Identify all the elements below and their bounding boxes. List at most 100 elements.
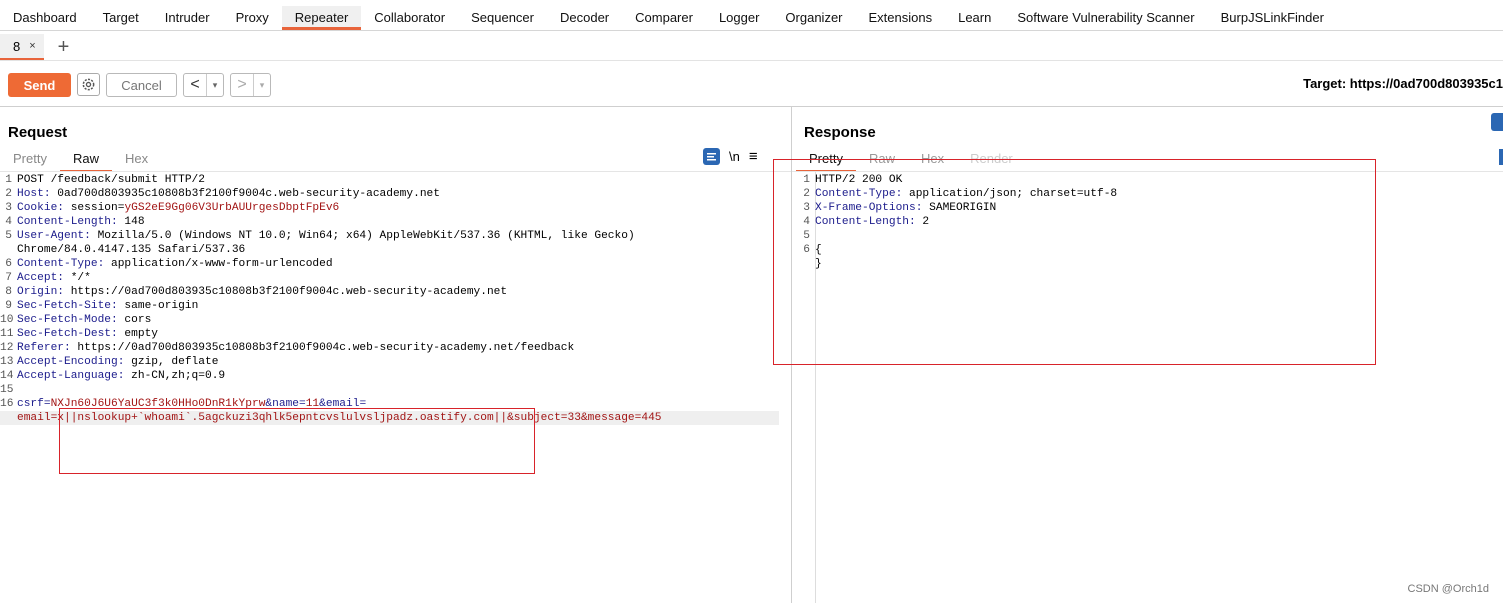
request-line: 3 Cookie: session=yGS2eE9Gg06V3UrbAUUrges…	[0, 201, 779, 215]
header-value: Mozilla/5.0 (Windows NT 10.0; Win64; x64…	[90, 230, 635, 242]
line-number: 3	[5, 202, 12, 214]
request-editor-top-border	[0, 171, 791, 172]
request-line: 1 POST /feedback/submit HTTP/2	[0, 173, 779, 187]
header-value: Chrome/84.0.4147.135 Safari/537.36	[17, 244, 246, 256]
request-line: Chrome/84.0.4147.135 Safari/537.36	[0, 243, 779, 257]
request-line: 12 Referer: https://0ad700d803935c10808b3…	[0, 341, 779, 355]
response-title: Response	[804, 124, 876, 141]
header-name: Content-Length:	[17, 216, 118, 228]
header-value: 148	[117, 216, 145, 228]
header-value: POST /feedback/submit HTTP/2	[17, 174, 205, 186]
forward-arrow-icon[interactable]: >	[231, 76, 253, 94]
top-tab-repeater[interactable]: Repeater	[281, 6, 362, 30]
repeater-tab-label: 8	[13, 38, 21, 54]
header-name: Host:	[17, 188, 51, 200]
request-tab-hex[interactable]: Hex	[112, 148, 161, 172]
request-line: 8 Origin: https://0ad700d803935c10808b3f2…	[0, 285, 779, 299]
line-number: 14	[0, 370, 14, 382]
header-value: 0ad700d803935c10808b3f2100f9004c.web-sec…	[50, 188, 440, 200]
repeater-tab-bar: 8 × +	[0, 34, 1503, 61]
request-line: 13 Accept-Encoding: gzip, deflate	[0, 355, 779, 369]
repeater-tab-8[interactable]: 8 ×	[0, 34, 44, 60]
header-value: zh-CN,zh;q=0.9	[124, 370, 226, 382]
top-tab-comparer[interactable]: Comparer	[622, 6, 706, 30]
line-number: 13	[0, 356, 14, 368]
header-value: gzip, deflate	[124, 356, 219, 368]
side-panel-icon[interactable]	[1499, 149, 1503, 165]
header-name: Sec-Fetch-Site:	[17, 300, 118, 312]
line-number: 11	[0, 328, 14, 340]
back-history-dropdown-icon[interactable]: ▾	[206, 74, 223, 96]
param-name: csrf=	[17, 398, 51, 410]
header-name: Accept-Encoding:	[17, 356, 125, 368]
cookie-value: yGS2eE9Gg06V3UrbAUUrgesDbptFpEv6	[124, 202, 340, 214]
top-tab-sequencer[interactable]: Sequencer	[458, 6, 547, 30]
forward-history-dropdown-icon[interactable]: ▾	[253, 74, 270, 96]
top-tab-target[interactable]: Target	[90, 6, 152, 30]
request-editor-tools: \n ≡	[703, 148, 758, 165]
request-editor[interactable]: 1 POST /feedback/submit HTTP/2 2 Host: 0ad7…	[0, 173, 779, 425]
back-arrow-icon[interactable]: <	[184, 76, 206, 94]
request-view-tabs: Pretty Raw Hex	[0, 148, 161, 172]
header-value: https://0ad700d803935c10808b3f2100f9004c…	[70, 342, 575, 354]
line-number: 12	[0, 342, 14, 354]
inspector-panel-toggle-icon[interactable]	[1491, 113, 1503, 131]
forward-nav-group: > ▾	[230, 73, 271, 97]
top-tab-organizer[interactable]: Organizer	[772, 6, 855, 30]
pretty-print-icon[interactable]	[703, 148, 720, 165]
settings-gear-icon[interactable]	[77, 73, 100, 96]
header-name: Referer:	[17, 342, 71, 354]
request-tab-raw[interactable]: Raw	[59, 148, 112, 172]
header-value: */*	[64, 272, 91, 284]
annotation-box-response	[773, 159, 1376, 365]
top-tab-learn[interactable]: Learn	[945, 6, 1004, 30]
request-line: 10 Sec-Fetch-Mode: cors	[0, 313, 779, 327]
line-number: 16	[0, 398, 14, 410]
send-button[interactable]: Send	[8, 73, 71, 97]
top-tab-burpjslinkfinder[interactable]: BurpJSLinkFinder	[1208, 6, 1337, 30]
request-line: 7 Accept: */*	[0, 271, 779, 285]
annotation-box-request	[59, 408, 535, 474]
top-nav-bar: Dashboard Target Intruder Proxy Repeater Coll…	[0, 6, 1503, 31]
top-tab-intruder[interactable]: Intruder	[152, 6, 223, 30]
line-number: 15	[0, 384, 14, 396]
request-line: 15	[0, 383, 779, 397]
line-number: 8	[5, 286, 12, 298]
header-name: Sec-Fetch-Dest:	[17, 328, 118, 340]
header-value: session=	[64, 202, 125, 214]
top-tab-dashboard[interactable]: Dashboard	[0, 6, 90, 30]
close-tab-icon[interactable]: ×	[29, 40, 35, 52]
request-tab-pretty[interactable]: Pretty	[0, 148, 60, 172]
target-url[interactable]: Target: https://0ad700d803935c1	[1303, 76, 1503, 91]
repeater-toolbar: Send Cancel < ▾ > ▾ Target: https://0ad7…	[0, 64, 1503, 107]
header-name: Sec-Fetch-Mode:	[17, 314, 118, 326]
top-tab-collaborator[interactable]: Collaborator	[361, 6, 458, 30]
top-tab-extensions[interactable]: Extensions	[856, 6, 946, 30]
request-title: Request	[8, 124, 68, 141]
add-tab-icon[interactable]: +	[58, 34, 70, 60]
menu-icon[interactable]: ≡	[749, 148, 758, 165]
header-name: Accept-Language:	[17, 370, 125, 382]
line-number: 10	[0, 314, 14, 326]
request-line: 2 Host: 0ad700d803935c10808b3f2100f9004c.…	[0, 187, 779, 201]
top-tab-decoder[interactable]: Decoder	[547, 6, 622, 30]
line-number: 7	[5, 272, 12, 284]
line-number: 4	[5, 216, 12, 228]
header-name: Cookie:	[17, 202, 64, 214]
line-number: 9	[5, 300, 12, 312]
header-name: Content-Type:	[17, 258, 105, 270]
header-name: User-Agent:	[17, 230, 91, 242]
header-value: empty	[117, 328, 159, 340]
request-line: 11 Sec-Fetch-Dest: empty	[0, 327, 779, 341]
top-tab-software-vulnerability-scanner[interactable]: Software Vulnerability Scanner	[1004, 6, 1207, 30]
header-value: application/x-www-form-urlencoded	[104, 258, 333, 270]
top-tab-logger[interactable]: Logger	[706, 6, 772, 30]
header-name: Accept:	[17, 272, 64, 284]
line-number: 2	[5, 188, 12, 200]
line-number: 1	[5, 174, 12, 186]
header-name: Origin:	[17, 286, 64, 298]
newline-toggle-icon[interactable]: \n	[729, 149, 740, 164]
top-tab-proxy[interactable]: Proxy	[223, 6, 282, 30]
header-value: https://0ad700d803935c10808b3f2100f9004c…	[64, 286, 508, 298]
cancel-button[interactable]: Cancel	[106, 73, 177, 97]
